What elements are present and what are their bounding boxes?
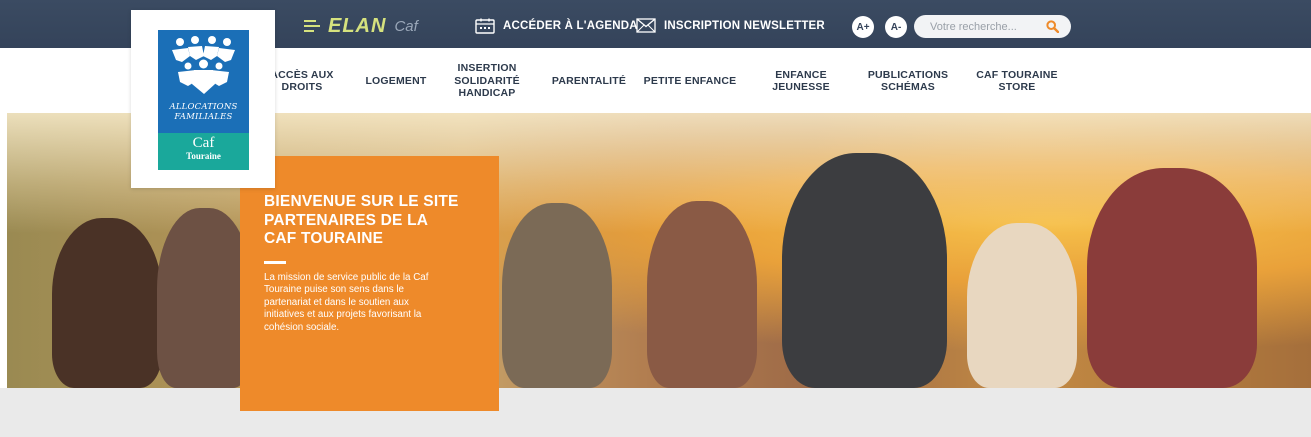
family-icon [172, 36, 235, 94]
page: ELAN Caf ACCÉDER À L'AGENDA INSCRIPTION … [0, 0, 1311, 437]
welcome-title-line: CAF TOURAINE [264, 230, 384, 247]
nav-item-label: CAF TOURAINE [976, 68, 1058, 81]
welcome-title-line: BIENVENUE SUR LE SITE [264, 193, 459, 210]
nav-item-logement[interactable]: LOGEMENT [360, 48, 432, 114]
hero-person [782, 153, 947, 388]
hero-person [967, 223, 1077, 388]
welcome-text: La mission de service public de la Caf T… [264, 272, 477, 335]
logo-touraine: Touraine [186, 151, 221, 161]
nav-item-enfance-jeunesse[interactable]: ENFANCE JEUNESSE [764, 48, 838, 114]
calendar-icon [475, 18, 495, 34]
nav-item-label: LOGEMENT [365, 74, 427, 87]
font-increase-button[interactable]: A+ [852, 16, 874, 38]
logo-caf: Caf [192, 135, 215, 151]
welcome-text-line: initiatives et aux projets favorisant la [264, 309, 422, 320]
welcome-text-line: partenariat et dans le soutien aux [264, 296, 409, 308]
logo-line: ALLOCATIONS [169, 102, 238, 112]
nav-item-label: PETITE ENFANCE [643, 74, 737, 87]
envelope-icon [636, 18, 656, 33]
agenda-label: ACCÉDER À L'AGENDA [503, 20, 638, 32]
welcome-title-line: PARTENAIRES DE LA [264, 211, 429, 229]
nav-item-label: SCHÉMAS [881, 81, 935, 93]
elan-speed-lines-icon [304, 20, 320, 32]
elan-caf-word: Caf [394, 17, 418, 35]
agenda-link[interactable]: ACCÉDER À L'AGENDA [475, 18, 638, 34]
search-input[interactable] [928, 19, 1048, 34]
welcome-title: BIENVENUE SUR LE SITE PARTENAIRES DE LA … [264, 193, 477, 249]
nav-item-label: INSERTION [457, 62, 517, 75]
nav-item-insertion-solidarite-handicap[interactable]: INSERTION SOLIDARITÉ HANDICAP [448, 48, 526, 114]
nav-item-label: HANDICAP [458, 87, 516, 100]
search-box [914, 15, 1071, 38]
nav-item-label: SOLIDARITÉ [454, 74, 520, 87]
hero-person [647, 201, 757, 388]
nav-item-label: ACCÈS AUX [270, 68, 334, 81]
elan-caf-logo[interactable]: ELAN Caf [304, 15, 418, 37]
logo-line: FAMILIALES [174, 111, 233, 122]
newsletter-label: INSCRIPTION NEWSLETTER [664, 19, 825, 32]
hero-person [502, 203, 612, 388]
nav-item-label: JEUNESSE [772, 81, 830, 93]
welcome-card: BIENVENUE SUR LE SITE PARTENAIRES DE LA … [240, 156, 499, 411]
nav-item-label: DROITS [281, 81, 323, 93]
nav-item-label: PARENTALITÉ [551, 74, 627, 87]
hero-person [157, 208, 252, 388]
nav-item-label: PUBLICATIONS [867, 68, 949, 81]
nav-item-parentalite[interactable]: PARENTALITÉ [548, 48, 630, 114]
nav-item-caf-touraine-store[interactable]: CAF TOURAINE STORE [970, 48, 1064, 114]
elan-word: ELAN [328, 14, 387, 37]
logo-allocations-familiales: ALLOCATIONS FAMILIALES [158, 102, 249, 122]
welcome-text-line: cohésion sociale. [264, 321, 340, 333]
logo-blue-block: ALLOCATIONS FAMILIALES [158, 30, 249, 133]
welcome-text-line: La mission de service public de la Caf [264, 271, 429, 283]
nav-item-petite-enfance[interactable]: PETITE ENFANCE [642, 48, 738, 114]
nav-item-label: ENFANCE [775, 68, 827, 81]
newsletter-link[interactable]: INSCRIPTION NEWSLETTER [636, 18, 825, 33]
nav-item-label: STORE [998, 81, 1036, 93]
hero-person [52, 218, 162, 388]
hero-person [1087, 168, 1257, 388]
font-decrease-button[interactable]: A- [885, 16, 907, 38]
nav-item-publications-schemas[interactable]: PUBLICATIONS SCHÉMAS [864, 48, 952, 114]
welcome-text-line: Touraine puise son sens dans le [264, 284, 404, 295]
caf-touraine-logo[interactable]: ALLOCATIONS FAMILIALES Caf Touraine [131, 10, 275, 188]
logo-teal-block: Caf Touraine [158, 133, 249, 170]
content-background-band [0, 388, 1311, 437]
search-icon[interactable] [1046, 20, 1059, 33]
welcome-divider [264, 260, 286, 264]
